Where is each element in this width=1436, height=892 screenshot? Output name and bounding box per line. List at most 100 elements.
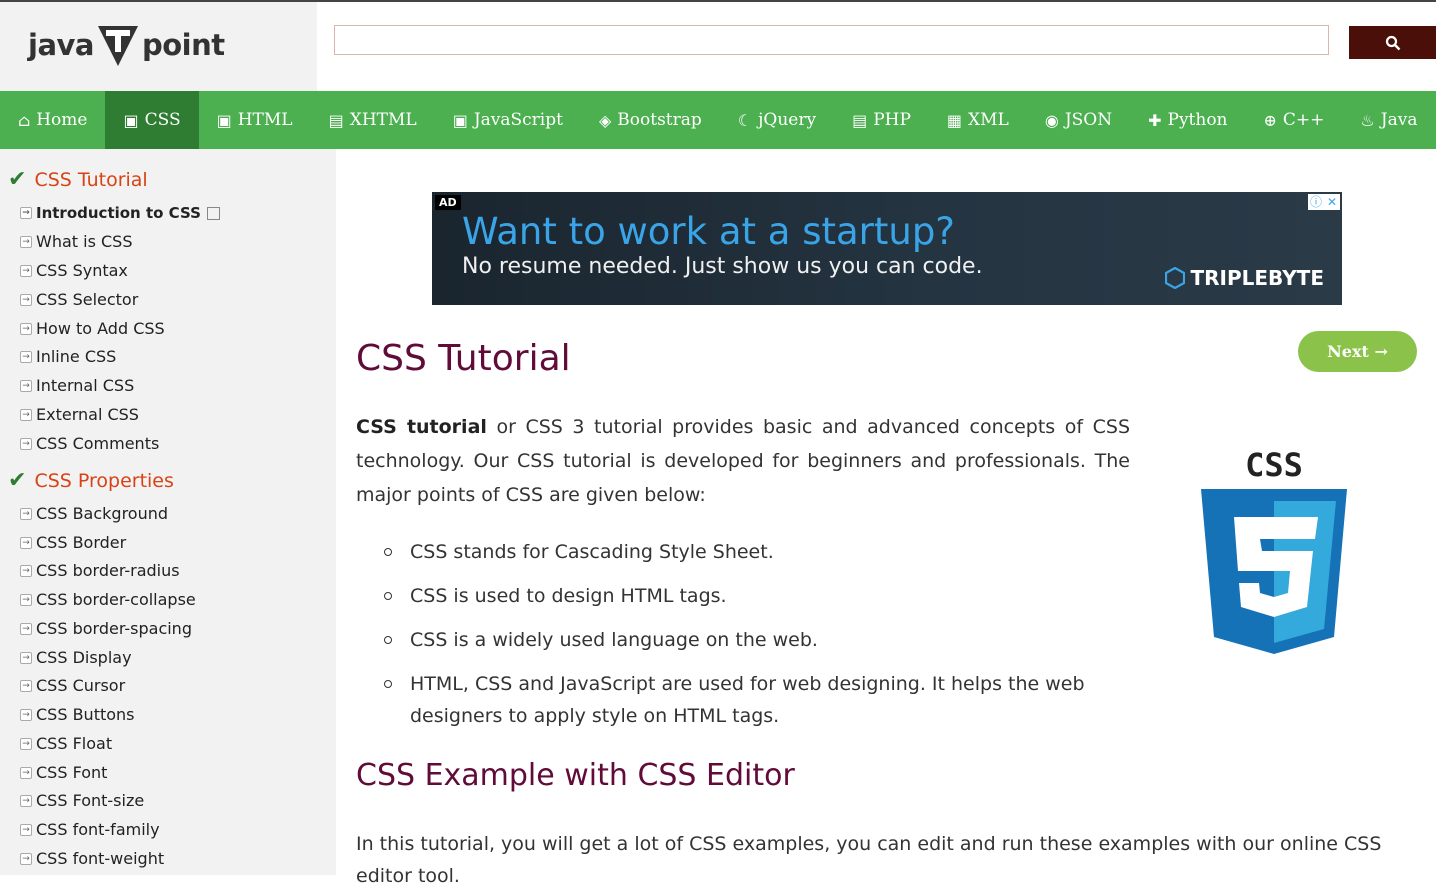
arrow-icon: →	[20, 293, 32, 306]
css3-logo-icon: CSS	[1201, 449, 1347, 654]
list-item: CSS stands for Cascading Style Sheet.	[356, 536, 1130, 568]
sidebar-link-background[interactable]: → CSS Background	[20, 504, 168, 523]
sidebar-link-font-family[interactable]: → CSS font-family	[20, 820, 160, 839]
nav-item-cpp[interactable]: ⊕ C++	[1246, 91, 1343, 149]
arrow-icon: →	[20, 593, 32, 606]
points-list: CSS stands for Cascading Style Sheet. CS…	[356, 536, 1130, 744]
arrow-icon: →	[20, 379, 32, 392]
nav-item-javascript[interactable]: ▣ JavaScript	[435, 91, 581, 149]
logo-area: java point	[0, 2, 317, 91]
bullet-circle	[384, 592, 392, 600]
search-input[interactable]	[334, 25, 1329, 55]
java-icon: ♨	[1360, 110, 1375, 130]
nav-item-json[interactable]: ◉ JSON	[1027, 91, 1130, 149]
nav-item-jquery[interactable]: ☾ jQuery	[720, 91, 834, 149]
section-heading: CSS Example with CSS Editor	[356, 758, 795, 793]
css3-icon: ▣	[123, 110, 139, 130]
example-paragraph: In this tutorial, you will get a lot of …	[356, 833, 1382, 887]
ad-banner[interactable]: AD Want to work at a startup? No resume …	[432, 192, 1342, 305]
ad-brand: TRIPLEBYTE	[1164, 266, 1324, 290]
nav-item-java[interactable]: ♨ Java	[1342, 91, 1435, 149]
sidebar-link-border[interactable]: → CSS Border	[20, 533, 126, 552]
nav-item-bootstrap[interactable]: ◈ Bootstrap	[581, 91, 720, 149]
sidebar-link-float[interactable]: → CSS Float	[20, 734, 112, 753]
sidebar-section-properties[interactable]: ✔ CSS Properties	[8, 468, 174, 493]
sidebar-link-comments[interactable]: → CSS Comments	[20, 434, 159, 453]
arrow-icon: →	[20, 708, 32, 721]
home-icon: ⌂	[18, 110, 31, 130]
sidebar-link-introduction[interactable]: → Introduction to CSS	[20, 204, 220, 222]
sidebar-link-font[interactable]: → CSS Font	[20, 763, 107, 782]
logo-text-right: point	[141, 28, 225, 62]
xml-icon: ▦	[946, 110, 963, 130]
ad-label: AD	[435, 195, 461, 210]
arrow-icon: →	[20, 322, 32, 335]
sidebar-link-border-collapse[interactable]: → CSS border-collapse	[20, 590, 196, 609]
ad-headline: Want to work at a startup?	[462, 210, 955, 253]
html5-icon: ▣	[216, 110, 232, 130]
nav-item-python[interactable]: ✚ Python	[1130, 91, 1245, 149]
next-button[interactable]: Next →	[1298, 331, 1417, 372]
sidebar-link-border-spacing[interactable]: → CSS border-spacing	[20, 619, 192, 638]
arrow-icon: →	[20, 737, 32, 750]
sidebar-link-font-weight[interactable]: → CSS font-weight	[20, 849, 164, 868]
python-icon: ✚	[1148, 110, 1162, 130]
arrow-icon: →	[20, 766, 32, 779]
arrow-icon: →	[20, 235, 32, 248]
sidebar-link-font-size[interactable]: → CSS Font-size	[20, 791, 144, 810]
intro-paragraph: CSS tutorial or CSS 3 tutorial provides …	[356, 410, 1130, 512]
arrow-icon: →	[20, 507, 32, 520]
check-icon: ✔	[8, 468, 27, 493]
bullet-circle	[384, 548, 392, 556]
bootstrap-icon: ◈	[598, 110, 612, 130]
arrow-icon: →	[20, 622, 32, 635]
ad-info-icon[interactable]: ⓘ	[1308, 194, 1324, 210]
ad-controls: ⓘ ✕	[1308, 194, 1340, 210]
js-icon: ▣	[452, 110, 468, 130]
jquery-icon: ☾	[737, 110, 753, 130]
arrow-icon: →	[20, 437, 32, 450]
sidebar-link-cursor[interactable]: → CSS Cursor	[20, 676, 125, 695]
sidebar-link-syntax[interactable]: → CSS Syntax	[20, 261, 128, 280]
sidebar-link-external[interactable]: → External CSS	[20, 405, 139, 424]
check-icon: ✔	[8, 167, 27, 192]
sidebar-link-selector[interactable]: → CSS Selector	[20, 290, 138, 309]
nav-item-xml[interactable]: ▦ XML	[929, 91, 1027, 149]
nav-item-html[interactable]: ▣ HTML	[199, 91, 311, 149]
ad-close-icon[interactable]: ✕	[1324, 194, 1340, 210]
triplebyte-hex-icon	[1164, 267, 1185, 289]
arrow-icon: →	[20, 852, 32, 865]
site-header: java point	[0, 2, 1436, 91]
css-logo-text: CSS	[1245, 449, 1303, 484]
cpp-icon: ⊕	[1263, 110, 1277, 130]
sidebar-link-what-is-css[interactable]: → What is CSS	[20, 232, 132, 251]
arrow-icon: →	[20, 350, 32, 363]
json-icon: ◉	[1044, 110, 1059, 130]
sidebar-link-buttons[interactable]: → CSS Buttons	[20, 705, 135, 724]
sidebar-link-border-radius[interactable]: → CSS border-radius	[20, 561, 180, 580]
sidebar: ✔ CSS Tutorial → Introduction to CSS → What…	[0, 149, 336, 875]
search-button[interactable]	[1349, 26, 1436, 59]
nav-item-xhtml[interactable]: ▤ XHTML	[311, 91, 435, 149]
nav-item-css[interactable]: ▣ CSS	[105, 91, 199, 149]
arrow-icon: →	[20, 408, 32, 421]
sidebar-section-tutorial[interactable]: ✔ CSS Tutorial	[8, 167, 148, 192]
php-icon: ▤	[852, 110, 868, 130]
logo-t-icon	[97, 26, 138, 66]
sidebar-link-internal[interactable]: → Internal CSS	[20, 376, 134, 395]
external-link-icon	[206, 206, 220, 220]
arrow-icon: →	[20, 564, 32, 577]
nav-item-php[interactable]: ▤ PHP	[834, 91, 929, 149]
arrow-icon: →	[20, 536, 32, 549]
nav-item-home[interactable]: ⌂ Home	[0, 91, 105, 149]
site-logo[interactable]: java point	[28, 22, 225, 68]
arrow-icon: →	[20, 651, 32, 664]
ad-subline: No resume needed. Just show us you can c…	[462, 254, 983, 279]
list-item: HTML, CSS and JavaScript are used for we…	[356, 668, 1130, 732]
sidebar-link-inline[interactable]: → Inline CSS	[20, 347, 116, 366]
sidebar-link-how-to-add[interactable]: → How to Add CSS	[20, 319, 165, 338]
logo-text-left: java	[28, 28, 94, 62]
search-icon	[1385, 35, 1400, 50]
arrow-icon: →	[20, 794, 32, 807]
sidebar-link-display[interactable]: → CSS Display	[20, 648, 132, 667]
